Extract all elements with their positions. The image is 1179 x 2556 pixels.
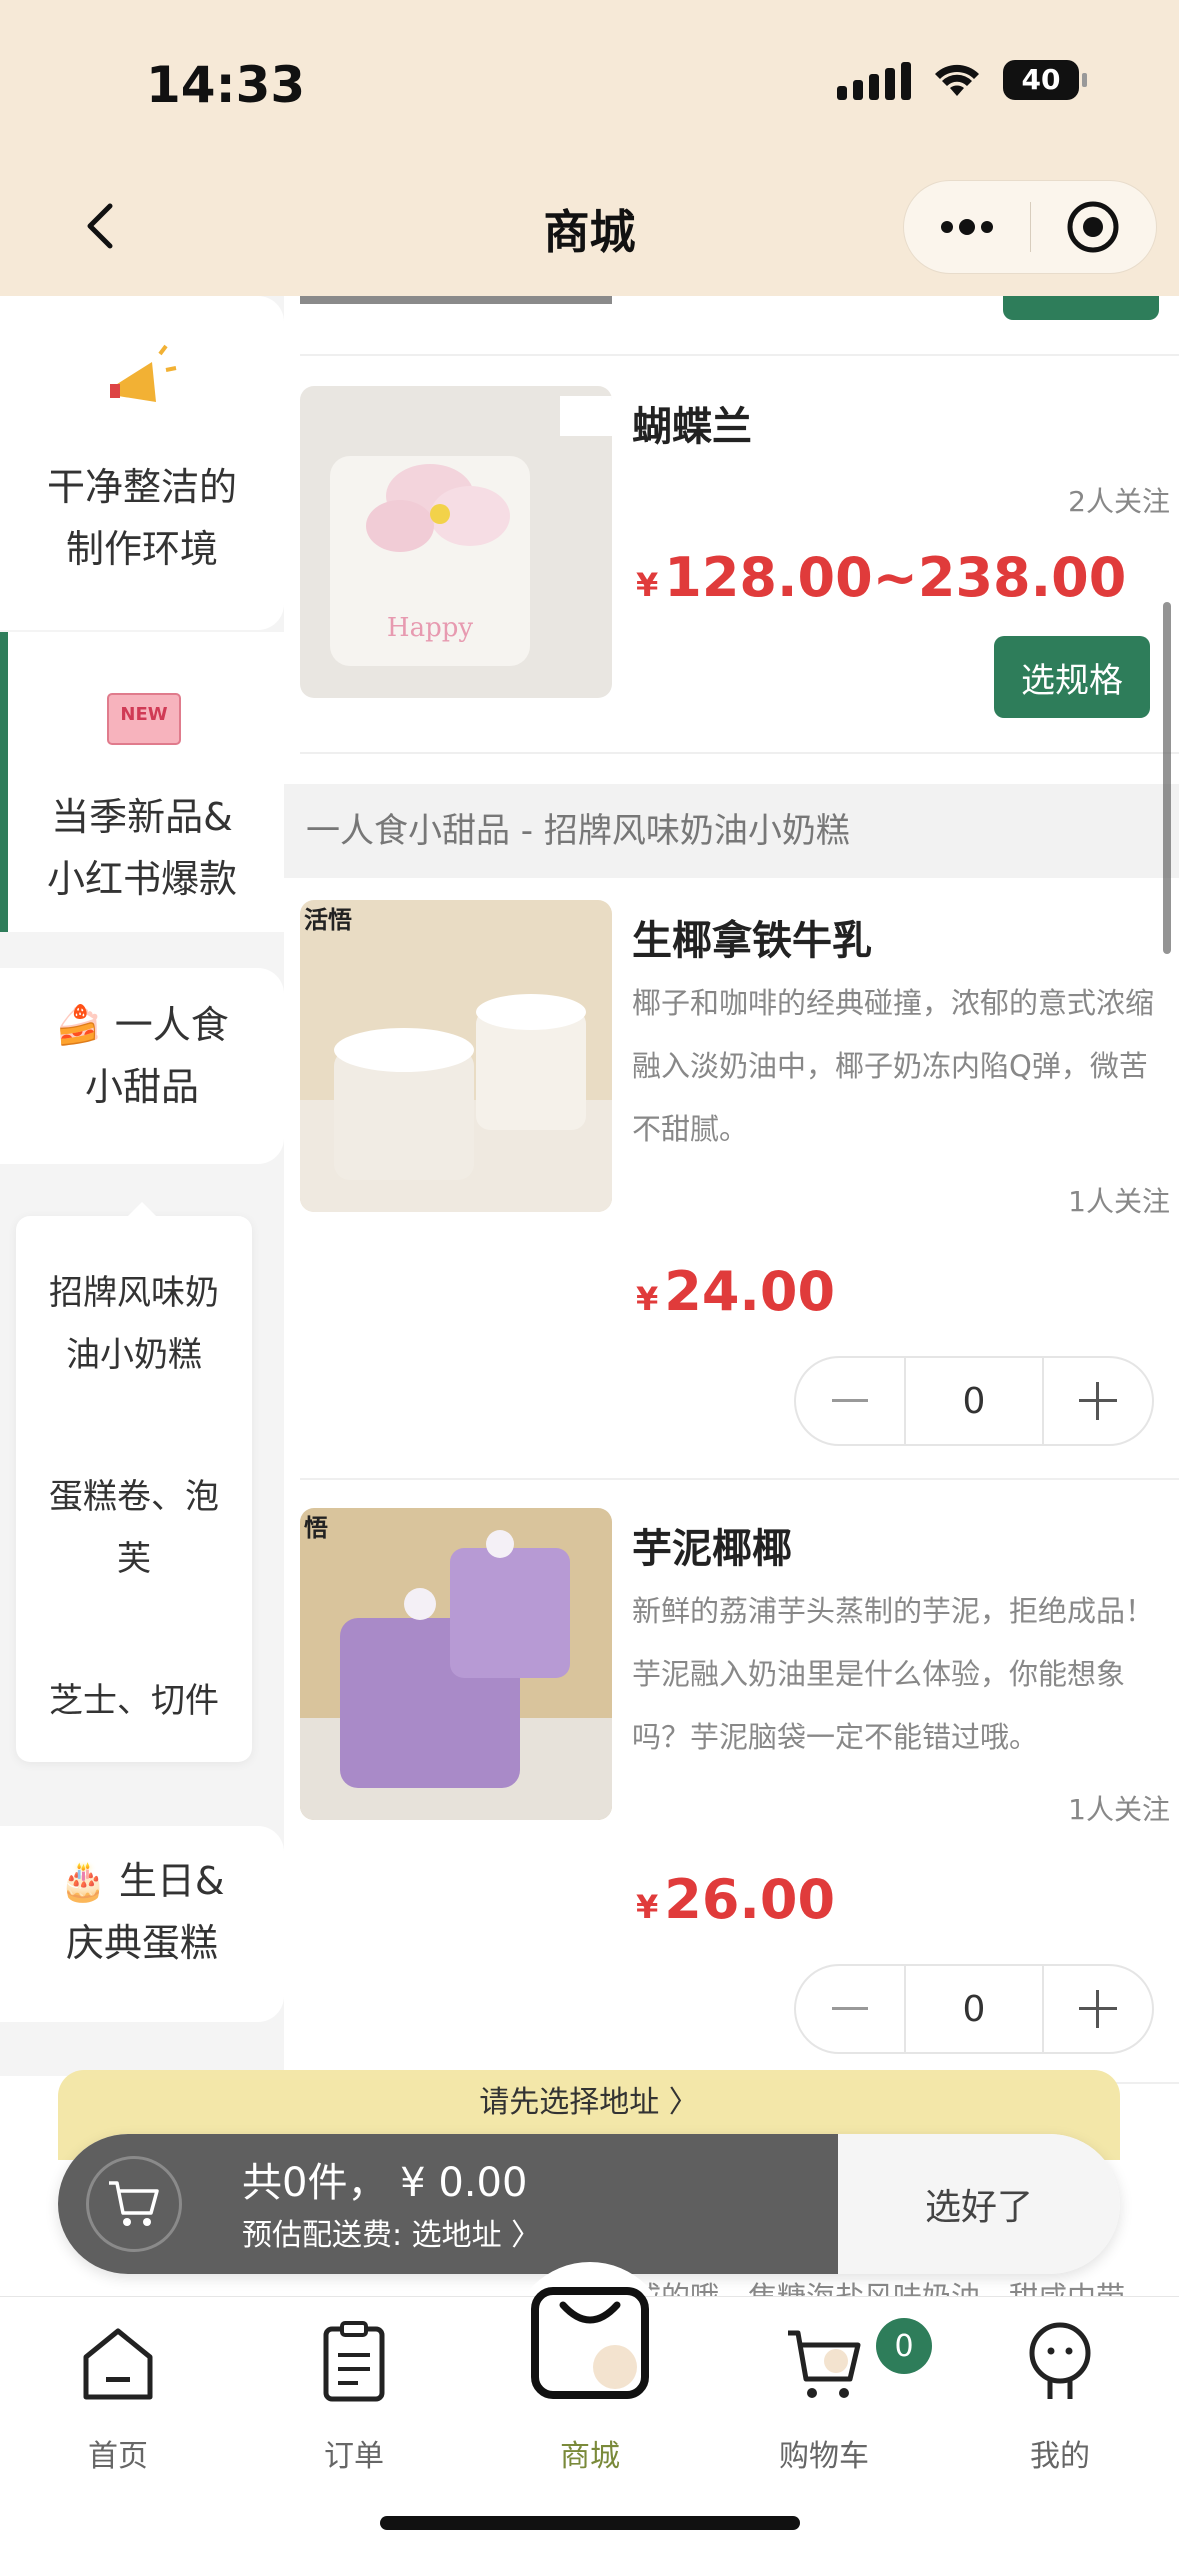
quantity-value[interactable]: 0 (904, 1358, 1044, 1444)
order-list-icon (323, 2321, 385, 2402)
tab-label: 首页 (88, 2439, 148, 2474)
status-icons: 40 (837, 60, 1087, 100)
profile-icon (1029, 2322, 1091, 2399)
megaphone-icon (110, 344, 177, 402)
cart-total: 共0件， ¥ 0.00 (242, 2160, 528, 2206)
sidebar-item-environment[interactable]: 干净整洁的 制作环境 (0, 296, 284, 630)
svg-text:Happy: Happy (387, 613, 473, 643)
product-list: Happy 蝴蝶兰 2人关注 ¥128.00~238.00 选规格 一人食小甜品… (284, 270, 1179, 2314)
increment-button[interactable] (1044, 1358, 1152, 1444)
home-indicator (380, 2516, 800, 2530)
subcategory-panel: 招牌风味奶 油小奶糕 蛋糕卷、泡 芙 芝士、切件 (16, 1202, 252, 1762)
subcategory-signature-cream[interactable]: 招牌风味奶 油小奶糕 (16, 1262, 252, 1386)
cart-summary-bar: 共0件， ¥ 0.00 预估配送费: 选地址 〉 选好了 (58, 2134, 1120, 2274)
svg-text:NEW: NEW (120, 704, 167, 725)
sidebar-item-label: 干净整洁的 制作环境 (46, 465, 237, 571)
more-button[interactable] (904, 181, 1030, 273)
status-time: 14:33 (146, 56, 306, 114)
miniprogram-capsule (903, 180, 1157, 274)
decrement-button[interactable] (796, 1358, 904, 1444)
quantity-stepper: 0 (794, 1356, 1154, 1446)
battery-icon: 40 (1003, 60, 1087, 100)
subcategory-cheese-slice[interactable]: 芝士、切件 (16, 1670, 252, 1732)
cart-icon-button[interactable] (86, 2156, 182, 2252)
app-screen: 14:33 40 商城 干净整洁的 制作环境 NEW 当季新品& 小红书爆款 🍰… (0, 0, 1179, 2556)
tab-label: 订单 (324, 2439, 384, 2474)
minus-icon (832, 2007, 868, 2010)
product-price: ¥128.00~238.00 (636, 546, 1127, 609)
wifi-icon (935, 64, 979, 96)
product-description: 椰子和咖啡的经典碰撞，浓郁的意式浓缩融入淡奶油中，椰子奶冻内陷Q弹，微苦不甜腻。 (632, 986, 1155, 1146)
sidebar-item-label: 🍰 一人食 小甜品 (55, 1003, 229, 1109)
product-description: 新鲜的荔浦芋头蒸制的芋泥，拒绝成品！芋泥融入奶油里是什么体验，你能想象吗？芋泥脑… (632, 1594, 1155, 1754)
delivery-fee-link[interactable]: 预估配送费: 选地址 〉 (242, 2210, 541, 2254)
follower-count: 1人关注 (1068, 1793, 1170, 1826)
divider (300, 1478, 1179, 1480)
cart-icon (109, 2181, 159, 2226)
cellular-signal-icon (837, 60, 911, 100)
previous-product-image (300, 296, 612, 304)
plus-icon (1079, 1382, 1117, 1420)
sidebar-item-label: 当季新品& 小红书爆款 (46, 795, 237, 901)
product-price: ¥26.00 (636, 1868, 836, 1931)
shopping-bag-icon (531, 2287, 649, 2399)
svg-text:悟: 悟 (304, 1514, 328, 1542)
product-price: ¥24.00 (636, 1260, 836, 1323)
tab-label: 商城 (560, 2439, 620, 2474)
svg-text:活悟: 活悟 (304, 906, 352, 934)
tab-label: 我的 (1030, 2439, 1090, 2474)
home-icon (83, 2328, 153, 2400)
minus-icon (832, 1399, 868, 1402)
subcategory-roll-puff[interactable]: 蛋糕卷、泡 芙 (16, 1466, 252, 1590)
sidebar-item-label: 🎂 生日& 庆典蛋糕 (59, 1859, 225, 1965)
product-card[interactable]: Happy 蝴蝶兰 2人关注 ¥128.00~238.00 选规格 (300, 386, 1170, 718)
product-image: 悟 (300, 1508, 612, 1820)
close-miniprogram-button[interactable] (1031, 181, 1157, 273)
section-header: 一人食小甜品 - 招牌风味奶油小奶糕 (284, 784, 1179, 878)
follower-count: 1人关注 (1068, 1185, 1170, 1218)
category-sidebar: 干净整洁的 制作环境 NEW 当季新品& 小红书爆款 🍰 一人食 小甜品 招牌风… (0, 296, 284, 2376)
top-header: 14:33 40 商城 (0, 0, 1179, 296)
product-name: 芋泥椰椰 (632, 1526, 792, 1572)
follower-count: 2人关注 (1068, 485, 1170, 518)
increment-button[interactable] (1044, 1966, 1152, 2052)
select-spec-button[interactable]: 选规格 (994, 636, 1150, 718)
target-close-icon (1067, 201, 1119, 253)
plus-icon (1079, 1990, 1117, 2028)
sidebar-item-new-season[interactable]: NEW 当季新品& 小红书爆款 (0, 632, 284, 932)
new-badge-icon: NEW (107, 693, 181, 745)
divider (300, 752, 1179, 754)
cart-badge: 0 (876, 2318, 932, 2374)
checkout-button[interactable]: 选好了 (838, 2134, 1120, 2274)
divider (300, 354, 1179, 356)
sidebar-item-birthday[interactable]: 🎂 生日& 庆典蛋糕 (0, 1826, 284, 2022)
cart-summary[interactable]: 共0件， ¥ 0.00 预估配送费: 选地址 〉 (58, 2134, 838, 2274)
product-image: Happy (300, 386, 612, 698)
more-dots-icon (940, 219, 993, 235)
cart-icon (788, 2330, 861, 2398)
tab-label: 购物车 (779, 2439, 869, 2474)
product-name: 蝴蝶兰 (632, 404, 752, 450)
product-name: 生椰拿铁牛乳 (632, 918, 872, 964)
sidebar-item-single-dessert[interactable]: 🍰 一人食 小甜品 (0, 968, 284, 1164)
quantity-value[interactable]: 0 (904, 1966, 1044, 2052)
product-image: 活悟 (300, 900, 612, 1212)
quantity-stepper: 0 (794, 1964, 1154, 2054)
decrement-button[interactable] (796, 1966, 904, 2052)
product-card[interactable]: 悟 芋泥椰椰 新鲜的荔浦芋头蒸制的芋泥，拒绝成品！芋泥融入奶油里是什么体验，你能… (300, 1508, 1170, 2068)
scrollbar[interactable] (1163, 602, 1171, 954)
product-card[interactable]: 活悟 生椰拿铁牛乳 椰子和咖啡的经典碰撞，浓郁的意式浓缩融入淡奶油中，椰子奶冻内… (300, 900, 1170, 1460)
